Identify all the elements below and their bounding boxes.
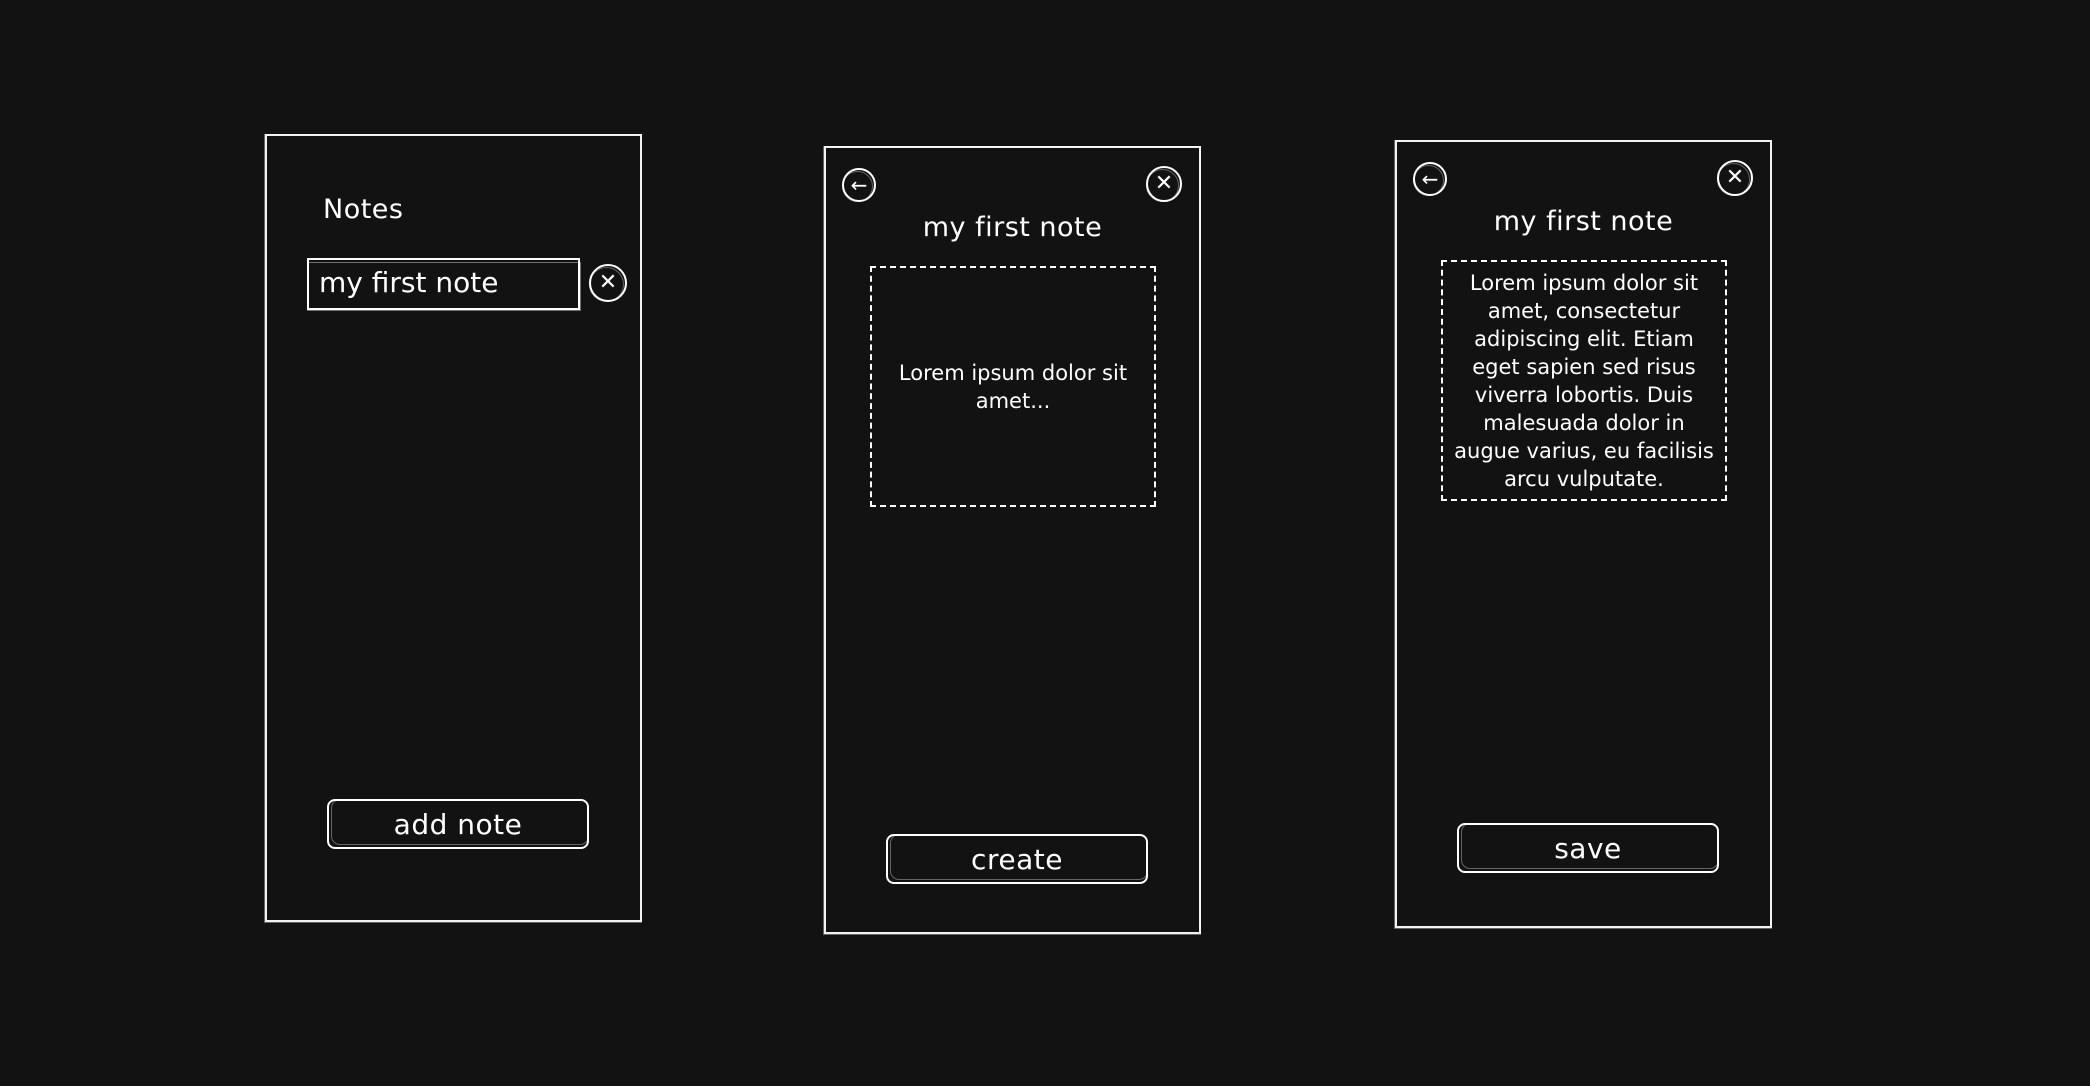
create-button[interactable]: create <box>886 834 1148 884</box>
note-body-text: Lorem ipsum dolor sit amet, consectetur … <box>1454 270 1714 491</box>
note-body-text: Lorem ipsum dolor sit amet... <box>898 360 1128 413</box>
save-button[interactable]: save <box>1457 823 1719 873</box>
note-list-item[interactable]: my first note <box>307 258 581 311</box>
screen-title: Notes <box>323 194 404 225</box>
wireframe-canvas: Notes my first note ✕ add note ← ✕ my fi… <box>0 0 2090 1086</box>
note-title: my first note <box>1493 206 1674 237</box>
close-icon[interactable]: ✕ <box>1146 166 1182 202</box>
close-icon[interactable]: ✕ <box>1717 160 1753 196</box>
note-title: my first note <box>922 212 1103 243</box>
add-note-button[interactable]: add note <box>327 799 589 849</box>
note-body-field[interactable]: Lorem ipsum dolor sit amet... <box>870 266 1156 507</box>
create-note-screen: ← ✕ my first note Lorem ipsum dolor sit … <box>823 146 1201 935</box>
back-arrow-icon[interactable]: ← <box>842 168 876 202</box>
close-icon[interactable]: ✕ <box>589 264 627 302</box>
back-arrow-icon[interactable]: ← <box>1413 162 1447 196</box>
notes-list-screen: Notes my first note ✕ add note <box>264 134 642 923</box>
note-body-field[interactable]: Lorem ipsum dolor sit amet, consectetur … <box>1441 260 1727 501</box>
edit-note-screen: ← ✕ my first note Lorem ipsum dolor sit … <box>1394 140 1772 929</box>
